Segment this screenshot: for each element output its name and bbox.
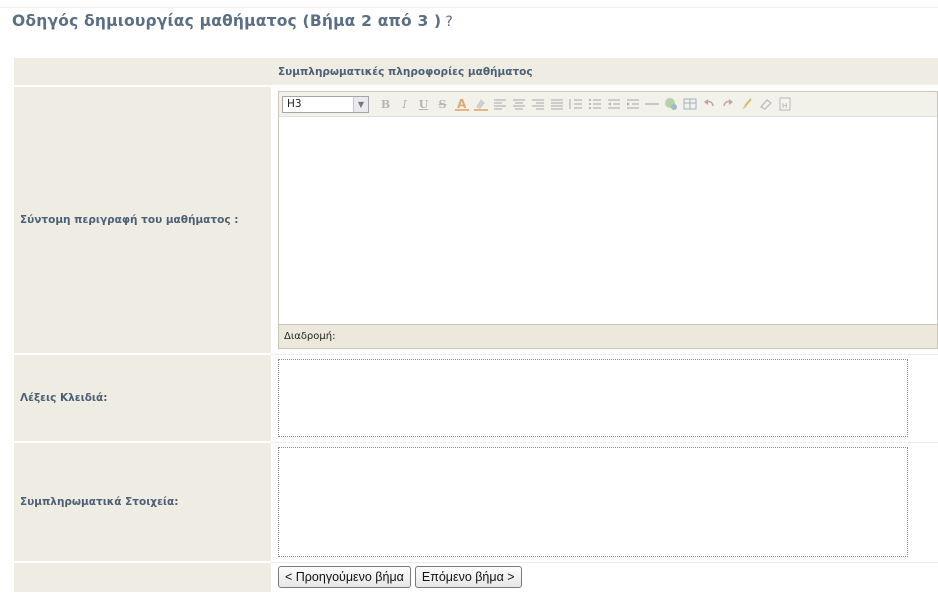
- numbered-list-icon[interactable]: [566, 95, 585, 114]
- extra-info-textarea[interactable]: [278, 447, 908, 557]
- top-divider: [0, 7, 938, 8]
- help-icon[interactable]: ?: [445, 14, 453, 30]
- keywords-row: Λέξεις Κλειδιά:: [14, 354, 938, 443]
- align-left-icon[interactable]: [490, 95, 509, 114]
- svg-text:H: H: [782, 102, 787, 110]
- extra-info-label: Συμπληρωματικά Στοιχεία:: [14, 442, 271, 563]
- editor-path-bar: Διαδρομή:: [279, 324, 937, 349]
- html-source-icon[interactable]: H: [775, 95, 794, 114]
- cleanup-icon[interactable]: [737, 95, 756, 114]
- horizontal-rule-icon[interactable]: [642, 95, 661, 114]
- bulleted-list-icon[interactable]: [585, 95, 604, 114]
- editor-content-area[interactable]: [279, 117, 937, 325]
- table-icon[interactable]: [680, 95, 699, 114]
- align-right-icon[interactable]: [528, 95, 547, 114]
- strikethrough-icon[interactable]: S: [433, 95, 452, 114]
- outdent-icon[interactable]: [604, 95, 623, 114]
- rich-text-editor: H3 ▼ B I U S A H Διαδρομή:: [278, 91, 938, 350]
- navigation-cell: < Προηγούμενο βήμα Επόμενο βήμα >: [271, 562, 938, 592]
- keywords-textarea[interactable]: [278, 359, 908, 437]
- next-step-button[interactable]: Επόμενο βήμα >: [414, 566, 522, 589]
- eraser-icon[interactable]: [756, 95, 775, 114]
- section-header: Συμπληρωματικές πληροφορίες μαθήματος: [271, 58, 938, 87]
- align-center-icon[interactable]: [509, 95, 528, 114]
- keywords-label: Λέξεις Κλειδιά:: [14, 354, 271, 443]
- path-label: Διαδρομή:: [284, 331, 336, 343]
- navigation-row: < Προηγούμενο βήμα Επόμενο βήμα >: [14, 562, 938, 592]
- previous-step-button[interactable]: < Προηγούμενο βήμα: [278, 566, 411, 589]
- description-row: Σύντομη περιγραφή του μαθήματος : H3 ▼ B…: [14, 86, 938, 355]
- navigation-label-cell: [14, 562, 271, 592]
- editor-toolbar: H3 ▼ B I U S A H: [279, 92, 937, 118]
- justify-icon[interactable]: [547, 95, 566, 114]
- section-header-row: Συμπληρωματικές πληροφορίες μαθήματος: [14, 58, 938, 87]
- link-icon[interactable]: [661, 95, 680, 114]
- redo-icon[interactable]: [718, 95, 737, 114]
- page-title-text: Οδηγός δημιουργίας μαθήματος (Βήμα 2 από…: [12, 12, 442, 30]
- extra-info-cell: [271, 442, 938, 563]
- course-form: Συμπληρωματικές πληροφορίες μαθήματος Σύ…: [14, 58, 938, 592]
- format-select[interactable]: H3 ▼: [282, 95, 369, 113]
- italic-icon[interactable]: I: [395, 95, 414, 114]
- extra-info-row: Συμπληρωματικά Στοιχεία:: [14, 442, 938, 563]
- highlight-icon[interactable]: [471, 95, 490, 114]
- description-label: Σύντομη περιγραφή του μαθήματος :: [14, 86, 271, 355]
- description-cell: H3 ▼ B I U S A H Διαδρομή:: [271, 86, 938, 355]
- page-title: Οδηγός δημιουργίας μαθήματος (Βήμα 2 από…: [12, 12, 453, 30]
- text-color-icon[interactable]: A: [452, 95, 471, 114]
- bold-icon[interactable]: B: [376, 95, 395, 114]
- underline-icon[interactable]: U: [414, 95, 433, 114]
- format-select-value: H3: [287, 98, 302, 111]
- header-label-cell: [14, 58, 271, 87]
- svg-text:A: A: [457, 97, 467, 111]
- undo-icon[interactable]: [699, 95, 718, 114]
- indent-icon[interactable]: [623, 95, 642, 114]
- chevron-down-icon[interactable]: ▼: [353, 96, 368, 112]
- keywords-cell: [271, 354, 938, 443]
